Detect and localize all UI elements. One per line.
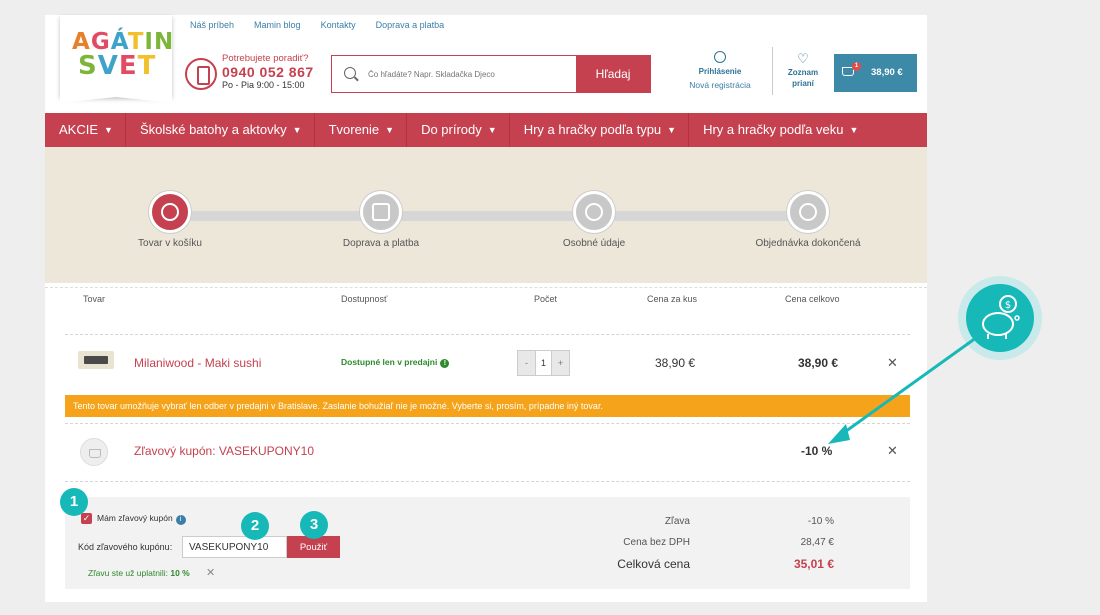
annotation-arrow xyxy=(828,333,981,444)
